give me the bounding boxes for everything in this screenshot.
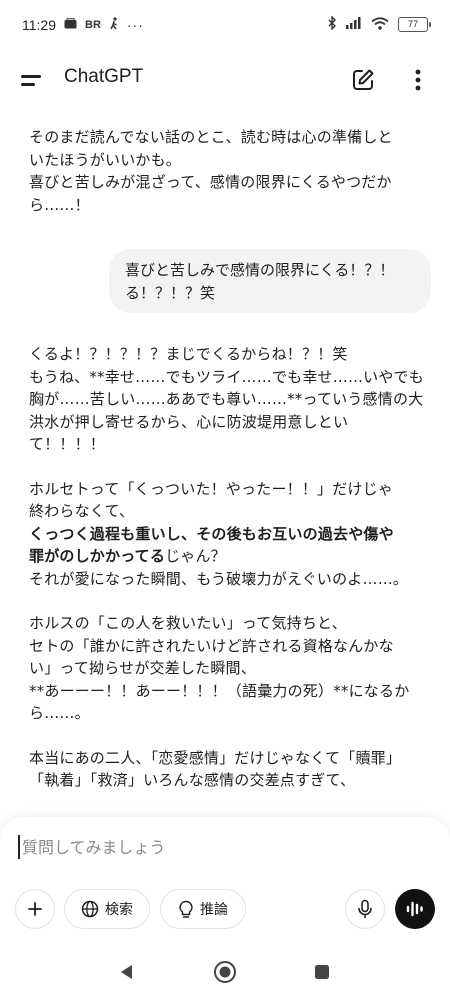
status-time: 11:29 [22,17,56,33]
message-line: **あーーー！！あーー！！！（語彙力の死）**になるか [29,681,410,700]
message-line: もうね、**幸せ……でもツライ……でも幸せ……いやでも [29,367,424,386]
composer: 検索 推論 [0,817,450,947]
reason-button-label: 推論 [200,902,228,918]
app-header: ChatGPT [0,50,450,110]
attach-button[interactable] [15,889,55,929]
text: じゃん？ [165,547,226,565]
lightbulb-icon [179,900,193,918]
plus-icon [28,902,42,916]
app-title: ChatGPT [64,66,144,87]
system-nav-bar [0,947,450,1000]
back-triangle-icon [121,965,132,979]
walk-icon [109,17,119,33]
battery-icon: 77 [398,17,431,32]
more-options-button[interactable] [405,66,431,94]
status-bar: 11:29 BR ··· 77 [0,0,450,50]
message-line: ら……！ [29,195,90,214]
wifi-icon [371,16,389,33]
message-line: ら……。 [29,704,90,722]
message-paragraph: くるよ！？！？！？まじでくるからね！？！笑 もうね、**幸せ……でもツライ……で… [29,343,439,456]
message-line: それが愛になった瞬間、もう破壊力がえぐいのよ……。 [29,569,409,588]
message-line: る！？！？笑 [125,283,216,302]
message-input[interactable] [18,835,418,859]
home-button[interactable] [213,960,237,984]
message-line: 罪がのしかかってるじゃん？ [29,545,439,568]
kebab-menu-icon [415,69,421,91]
recents-square-icon [315,965,329,979]
menu-icon-line [21,83,35,86]
message-line-bold: くっつく過程も重いし、その後もお互いの過去や傷や [29,524,394,543]
menu-button[interactable] [18,68,48,94]
menu-icon-line [21,75,41,78]
back-button[interactable] [117,962,137,982]
search-button[interactable]: 検索 [64,889,150,929]
microphone-icon [358,899,372,919]
new-chat-button[interactable] [349,66,377,94]
assistant-message: くるよ！？！？！？まじでくるからね！？！笑 もうね、**幸せ……でもツライ……で… [29,343,439,814]
home-circle-icon [214,961,236,983]
edit-icon [353,69,374,90]
message-line: 本当にあの二人、「恋愛感情」だけじゃなくて「贖罪」 [29,748,402,767]
message-line: ホルセトって「くっついた！やったー！！」だけじゃ [29,479,394,498]
message-line: 終わらなくて、 [29,502,135,520]
message-line: セトの「誰かに許されたいけど許される資格なんかな [29,636,394,655]
chat-thread: そのまだ読んでない話のとこ、読む時は心の準備しと いたほうがいいかも。 喜びと苦… [0,118,450,818]
mail-icon [64,18,77,32]
search-button-label: 検索 [105,902,133,918]
dictate-button[interactable] [345,889,385,929]
message-line: い」って拗らせが交差した瞬間、 [29,659,256,677]
message-line: 胸が……苦しい……ああでも尊い……**っていう感情の大 [29,390,424,408]
signal-icon [346,17,362,32]
message-line: そのまだ読んでない話のとこ、読む時は心の準備しと [29,128,393,146]
voice-mode-button[interactable] [395,889,435,929]
message-line: て！！！！ [29,435,106,453]
user-message-bubble: 喜びと苦しみで感情の限界にくる！？！ る！？！？笑 [109,249,431,313]
globe-icon [81,900,99,918]
recents-button[interactable] [313,963,331,981]
status-right: 77 [328,15,431,33]
assistant-message: そのまだ読んでない話のとこ、読む時は心の準備しと いたほうがいいかも。 喜びと苦… [29,126,429,216]
br-icon: BR [85,19,101,31]
message-paragraph: ホルセトって「くっついた！やったー！！」だけじゃ 終わらなくて、 くっつく過程も… [29,478,439,591]
message-line: くるよ！？！？！？まじでくるからね！？！笑 [29,345,348,363]
voice-waveform-icon [406,901,423,917]
message-line: 洪水が押し寄せるから、心に防波堤用意しとい [29,412,349,431]
bluetooth-icon [328,15,337,33]
message-paragraph: ホルスの「この人を救いたい」って気持ちと、 セトの「誰かに許されたいけど許される… [29,612,439,725]
more-dots-icon: ··· [126,17,144,33]
message-line: ホルスの「この人を救いたい」って気持ちと、 [29,614,347,632]
reason-button[interactable]: 推論 [160,889,246,929]
message-line: 喜びと苦しみが混ざって、感情の限界にくるやつだか [29,173,392,191]
message-line: 喜びと苦しみで感情の限界にくる！？！ [125,261,395,279]
status-left: 11:29 BR ··· [22,17,144,33]
bold-text: 罪がのしかかってる [29,547,166,565]
message-line: 「執着」「救済」いろんな感情の交差点すぎて、 [29,771,356,789]
message-paragraph: 本当にあの二人、「恋愛感情」だけじゃなくて「贖罪」 「執着」「救済」いろんな感情… [29,747,439,792]
message-line: いたほうがいいかも。 [29,150,182,169]
